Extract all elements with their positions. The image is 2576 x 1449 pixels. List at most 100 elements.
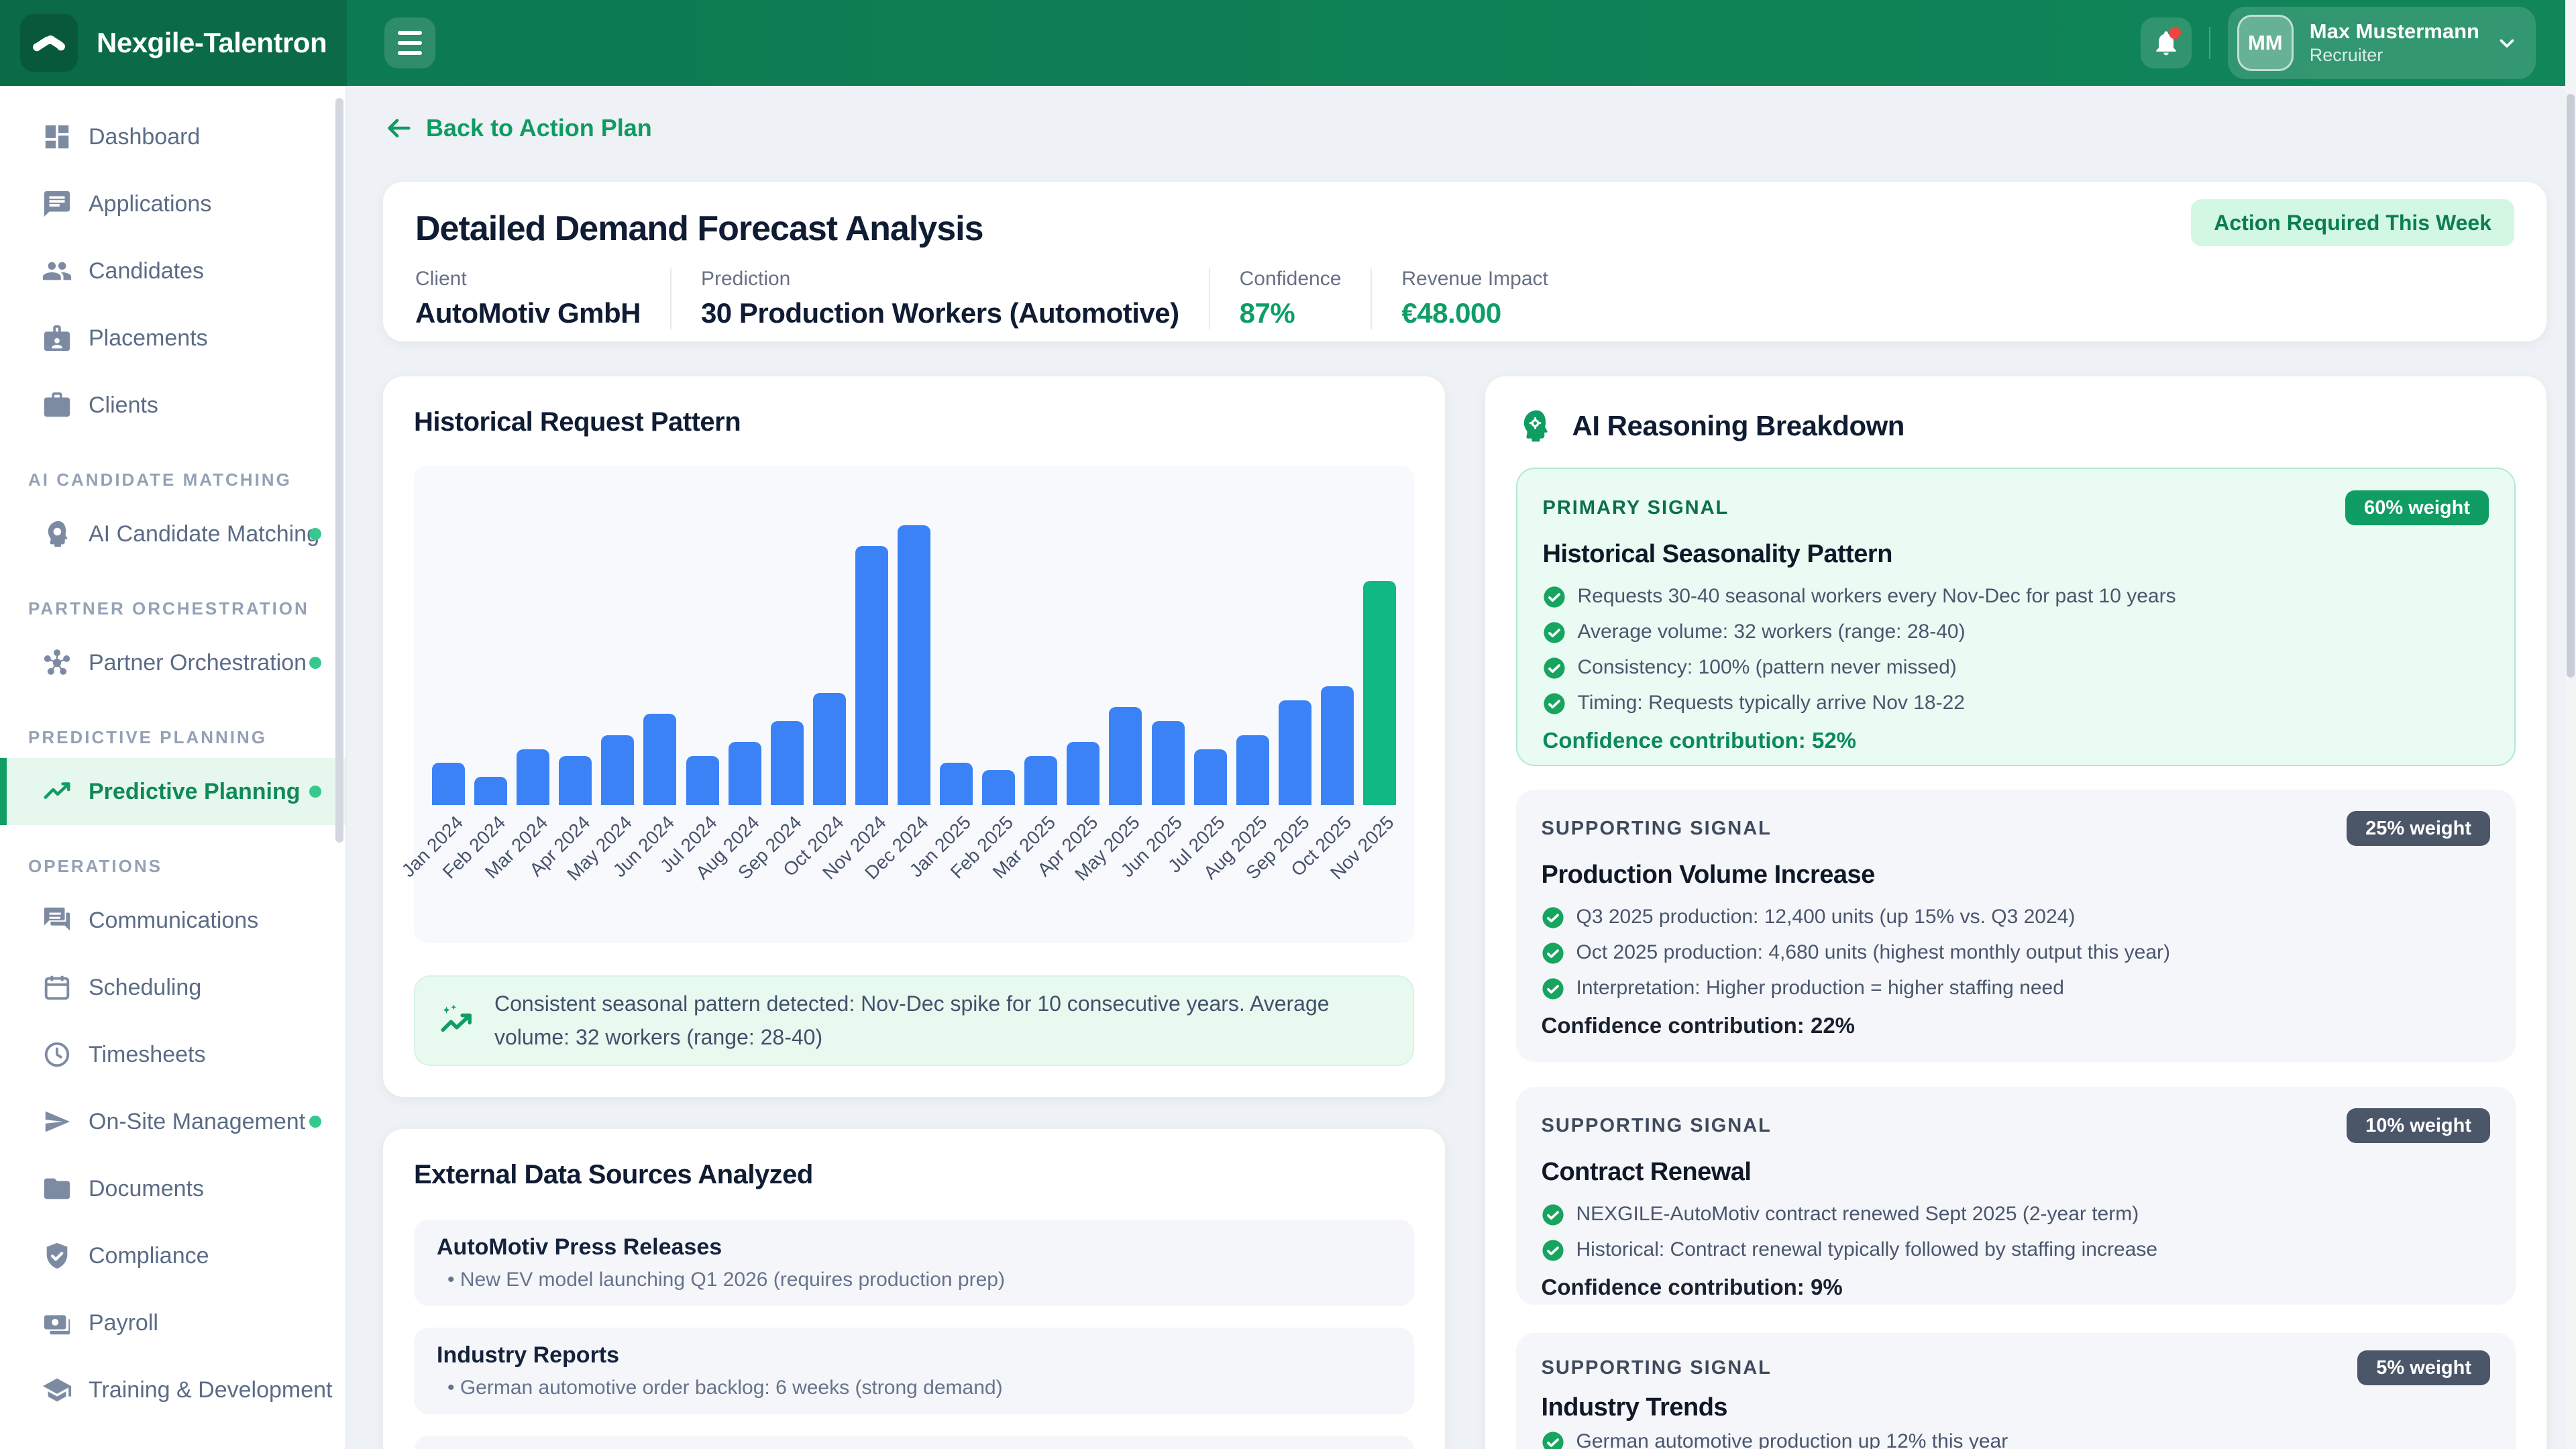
psychology-icon bbox=[1516, 407, 1554, 445]
signal-weight-badge: 10% weight bbox=[2347, 1108, 2490, 1143]
candidates-icon bbox=[42, 256, 72, 286]
scheduling-icon bbox=[42, 972, 72, 1003]
signal-title: Historical Seasonality Pattern bbox=[1543, 540, 2489, 569]
signal-confidence: Confidence contribution: 52% bbox=[1543, 728, 2489, 753]
sidebar-item-on-site-management[interactable]: On-Site Management bbox=[0, 1088, 345, 1155]
signal-production-volume-increase: SUPPORTING SIGNAL 25% weight Production … bbox=[1516, 790, 2516, 1062]
sidebar-item-label: Scheduling bbox=[89, 975, 201, 1001]
data-source-bullet: • German automotive order backlog: 6 wee… bbox=[447, 1377, 1391, 1399]
user-role: Recruiter bbox=[2310, 46, 2479, 66]
header-divider bbox=[2209, 27, 2210, 59]
external-sources-title: External Data Sources Analyzed bbox=[414, 1160, 1414, 1190]
chart-bar bbox=[1109, 707, 1142, 805]
meta-value: €48.000 bbox=[1401, 297, 1548, 329]
meta-value: 87% bbox=[1240, 297, 1342, 329]
sidebar-item-label: Partner Orchestration bbox=[89, 650, 307, 676]
data-source-title: AutoMotiv Press Releases bbox=[437, 1234, 1391, 1260]
sidebar-item-documents[interactable]: Documents bbox=[0, 1155, 345, 1222]
sidebar-item-label: Dashboard bbox=[89, 124, 200, 150]
signal-confidence: Confidence contribution: 9% bbox=[1542, 1275, 2491, 1300]
sidebar-item-label: Payroll bbox=[89, 1310, 158, 1336]
timesheets-icon bbox=[42, 1039, 72, 1070]
check-circle-icon bbox=[1543, 621, 1566, 644]
check-circle-icon bbox=[1542, 906, 1564, 929]
signal-title: Contract Renewal bbox=[1542, 1158, 2491, 1187]
signal-title: Production Volume Increase bbox=[1542, 861, 2491, 890]
signal-bullet: Average volume: 32 workers (range: 28-40… bbox=[1543, 619, 2489, 645]
sidebar-item-communications[interactable]: Communications bbox=[0, 887, 345, 954]
sidebar-item-label: Communications bbox=[89, 908, 258, 934]
data-source-title: Industry Reports bbox=[437, 1342, 1391, 1368]
user-menu[interactable]: MM Max Mustermann Recruiter bbox=[2228, 7, 2536, 79]
chart-bar bbox=[1236, 735, 1269, 805]
sidebar-item-timesheets[interactable]: Timesheets bbox=[0, 1021, 345, 1088]
chart-bar bbox=[559, 756, 592, 805]
external-sources-card: External Data Sources Analyzed AutoMotiv… bbox=[383, 1129, 1445, 1449]
check-circle-icon bbox=[1542, 942, 1564, 965]
sidebar-scrollbar[interactable] bbox=[335, 98, 343, 843]
sidebar-item-predictive-planning[interactable]: Predictive Planning bbox=[0, 758, 345, 825]
chart-bar bbox=[1194, 749, 1227, 805]
signal-historical-seasonality-pattern: PRIMARY SIGNAL 60% weight Historical Sea… bbox=[1516, 468, 2516, 766]
sidebar-item-label: Timesheets bbox=[89, 1042, 205, 1068]
chart-bar bbox=[1363, 581, 1396, 805]
placements-icon bbox=[42, 323, 72, 354]
meta-confidence: Confidence 87% bbox=[1209, 268, 1371, 329]
sidebar-item-candidates[interactable]: Candidates bbox=[0, 237, 345, 305]
sidebar-item-scheduling[interactable]: Scheduling bbox=[0, 954, 345, 1021]
onsite-icon bbox=[42, 1106, 72, 1137]
status-dot bbox=[309, 1116, 321, 1128]
predictive-icon bbox=[42, 776, 72, 807]
sidebar-item-label: Clients bbox=[89, 392, 158, 419]
training-icon bbox=[42, 1375, 72, 1405]
sidebar-item-placements[interactable]: Placements bbox=[0, 305, 345, 372]
signal-title: Industry Trends bbox=[1542, 1393, 2491, 1422]
signal-bullet: NEXGILE-AutoMotiv contract renewed Sept … bbox=[1542, 1201, 2491, 1227]
chart-bar bbox=[982, 770, 1015, 805]
check-circle-icon bbox=[1542, 1203, 1564, 1226]
sidebar-item-training-development[interactable]: Training & Development bbox=[0, 1356, 345, 1424]
sidebar-item-clients[interactable]: Clients bbox=[0, 372, 345, 439]
app-logo[interactable]: Nexgile-Talentron bbox=[0, 0, 347, 86]
chart-bar bbox=[1152, 721, 1185, 805]
sidebar-item-label: AI Candidate Matching bbox=[89, 521, 319, 547]
signal-bullet: German automotive production up 12% this… bbox=[1542, 1429, 2491, 1449]
sidebar-toggle-button[interactable] bbox=[384, 17, 435, 68]
chart-bar bbox=[898, 525, 930, 805]
applications-icon bbox=[42, 189, 72, 219]
sidebar-item-ai-candidate-matching[interactable]: AI Candidate Matching bbox=[0, 500, 345, 568]
main-content: Back to Action Plan Detailed Demand Fore… bbox=[347, 86, 2565, 1449]
sidebar-item-label: Placements bbox=[89, 325, 208, 352]
sidebar-item-partner-orchestration[interactable]: Partner Orchestration bbox=[0, 629, 345, 696]
sidebar-section-operations: OPERATIONS bbox=[0, 849, 345, 883]
forecast-header-card: Detailed Demand Forecast Analysis Action… bbox=[383, 182, 2546, 341]
sidebar: Dashboard Applications Candidates Placem… bbox=[0, 86, 347, 1449]
data-source-bullet: • New EV model launching Q1 2026 (requir… bbox=[447, 1269, 1391, 1291]
signal-kind-label: SUPPORTING SIGNAL bbox=[1542, 1357, 1772, 1379]
sidebar-item-dashboard[interactable]: Dashboard bbox=[0, 103, 345, 170]
sidebar-section-predictive-planning: PREDICTIVE PLANNING bbox=[0, 720, 345, 754]
chart-bar bbox=[643, 714, 676, 805]
sidebar-item-applications[interactable]: Applications bbox=[0, 170, 345, 237]
chart-bar bbox=[517, 749, 549, 805]
notifications-button[interactable] bbox=[2141, 17, 2192, 68]
page-scrollbar-thumb[interactable] bbox=[2567, 94, 2575, 678]
meta-label: Revenue Impact bbox=[1401, 268, 1548, 290]
sidebar-item-compliance[interactable]: Compliance bbox=[0, 1222, 345, 1289]
pattern-callout: Consistent seasonal pattern detected: No… bbox=[414, 975, 1414, 1066]
sidebar-item-payroll[interactable]: Payroll bbox=[0, 1289, 345, 1356]
back-to-action-plan-link[interactable]: Back to Action Plan bbox=[383, 113, 652, 144]
status-dot bbox=[309, 657, 321, 669]
signal-bullet: Interpretation: Higher production = high… bbox=[1542, 975, 2491, 1001]
user-name: Max Mustermann bbox=[2310, 20, 2479, 43]
arrow-left-icon bbox=[383, 113, 414, 144]
page-scrollbar[interactable] bbox=[2565, 0, 2576, 1449]
notification-badge bbox=[2169, 27, 2181, 39]
chart-bar bbox=[1024, 756, 1057, 805]
signal-weight-badge: 5% weight bbox=[2357, 1350, 2490, 1385]
historical-pattern-card: Historical Request Pattern Jan 2024Feb 2… bbox=[383, 376, 1445, 1097]
meta-revenue-impact: Revenue Impact €48.000 bbox=[1371, 268, 1577, 329]
signal-bullet: Timing: Requests typically arrive Nov 18… bbox=[1543, 690, 2489, 716]
signal-bullet: Q3 2025 production: 12,400 units (up 15%… bbox=[1542, 904, 2491, 930]
chart-bar bbox=[1279, 700, 1311, 805]
